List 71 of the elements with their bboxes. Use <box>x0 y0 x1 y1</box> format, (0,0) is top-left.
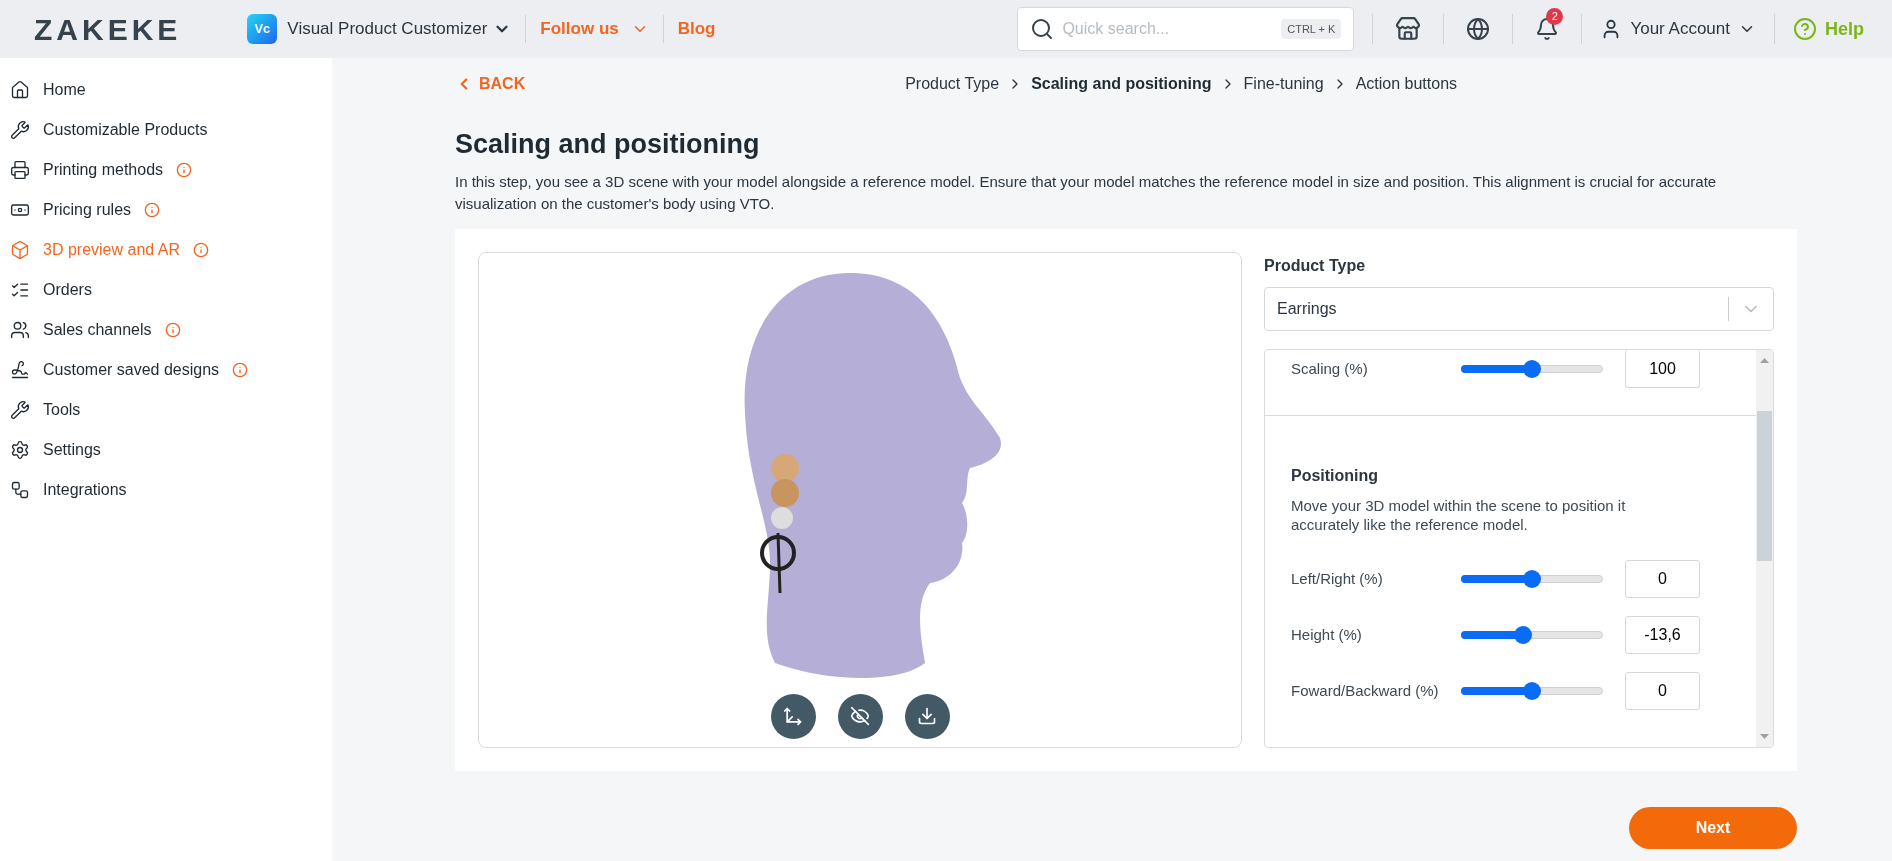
field-label: Left/Right (%) <box>1291 569 1384 590</box>
section-heading: Positioning <box>1290 466 1380 487</box>
help-icon <box>1793 17 1817 41</box>
page-description: In this step, you see a 3D scene with your model alongside a reference model. Ensure that your model matches the reference model in size and position. This alignment is crucial for accurate visualization on the customer's body using VTO. <box>455 171 1718 214</box>
account-menu[interactable]: Your Account <box>1600 16 1756 42</box>
breadcrumb-step[interactable]: Scaling and positioning <box>1031 72 1212 96</box>
field-label: Product Type <box>1264 255 1367 276</box>
number-input[interactable]: 0 <box>1625 672 1700 711</box>
slider[interactable] <box>1461 359 1603 380</box>
home-icon <box>10 80 30 100</box>
globe-icon[interactable] <box>1466 17 1491 41</box>
tools-icon <box>10 400 30 420</box>
slider[interactable] <box>1461 681 1603 702</box>
checklist-icon <box>10 280 30 300</box>
viewer-button[interactable] <box>904 693 950 739</box>
info-icon <box>144 202 161 218</box>
notification-badge: 2 <box>1546 8 1564 25</box>
sidebar-item[interactable]: Settings <box>10 430 332 470</box>
number-input[interactable]: 0 <box>1625 560 1700 599</box>
signature-icon <box>10 360 30 380</box>
scrollbar-thumb[interactable] <box>1757 411 1772 562</box>
field-label: Scaling (%) <box>1291 359 1369 380</box>
sidebar-item[interactable]: Integrations <box>10 470 332 510</box>
field-label: Foward/Backward (%) <box>1291 681 1440 702</box>
sidebar-item[interactable]: Sales channels <box>10 310 332 350</box>
scrollbar[interactable] <box>1756 350 1773 747</box>
product-type-select[interactable]: Earrings <box>1264 286 1774 332</box>
download-icon <box>917 706 937 726</box>
search-field[interactable]: Quick search... CTRL + K <box>1017 7 1355 51</box>
tools-icon <box>10 120 30 140</box>
app-switcher[interactable]: Visual Product Customizer <box>287 16 512 42</box>
eye-slash-icon <box>850 706 870 726</box>
info-icon <box>192 242 209 258</box>
info-icon <box>164 322 181 338</box>
sidebar-item[interactable]: Customer saved designs <box>10 350 332 390</box>
store-icon[interactable] <box>1395 16 1422 42</box>
number-input[interactable]: -13,6 <box>1625 616 1700 655</box>
nodes-icon <box>10 480 30 500</box>
app-logo: Vc <box>247 14 278 44</box>
info-icon <box>176 162 193 178</box>
search-input[interactable]: Quick search... <box>1062 17 1274 41</box>
slider-thumb[interactable] <box>1523 360 1541 379</box>
settings-icon <box>10 440 30 460</box>
slider-thumb[interactable] <box>1523 682 1541 701</box>
sidebar-item[interactable]: Customizable Products <box>10 110 332 150</box>
info-icon <box>232 362 249 378</box>
cube-icon <box>10 240 30 260</box>
sidebar-item[interactable]: Tools <box>10 390 332 430</box>
shortcut-hint: CTRL + K <box>1281 18 1342 40</box>
breadcrumb-step[interactable]: Action buttons <box>1355 72 1458 96</box>
search-icon <box>1030 17 1055 41</box>
section-description: Move your 3D model within the scene to position it accurately like the reference model. <box>1290 496 1627 535</box>
sidebar-item[interactable]: Printing methods <box>10 150 332 190</box>
slider-thumb[interactable] <box>1523 570 1541 589</box>
field-label: Height (%) <box>1291 625 1363 646</box>
viewer-button[interactable] <box>770 693 816 739</box>
viewer-button[interactable] <box>837 693 883 739</box>
breadcrumb-step[interactable]: Product Type <box>905 72 1000 96</box>
slider-thumb[interactable] <box>1514 626 1533 645</box>
people-icon <box>10 320 30 340</box>
axes-icon <box>783 706 803 726</box>
printer-icon <box>10 160 30 180</box>
logo[interactable]: ZAKEKE <box>34 6 182 52</box>
page-title: Scaling and positioning <box>455 128 761 161</box>
breadcrumb-step[interactable]: Fine-tuning <box>1243 72 1324 96</box>
number-input[interactable]: 100 <box>1625 350 1700 389</box>
sidebar-item[interactable]: Orders <box>10 270 332 310</box>
sidebar-item[interactable]: Home <box>10 70 332 110</box>
slider[interactable] <box>1461 569 1603 590</box>
slider[interactable] <box>1461 625 1603 646</box>
sidebar-item[interactable]: Pricing rules <box>10 190 332 230</box>
